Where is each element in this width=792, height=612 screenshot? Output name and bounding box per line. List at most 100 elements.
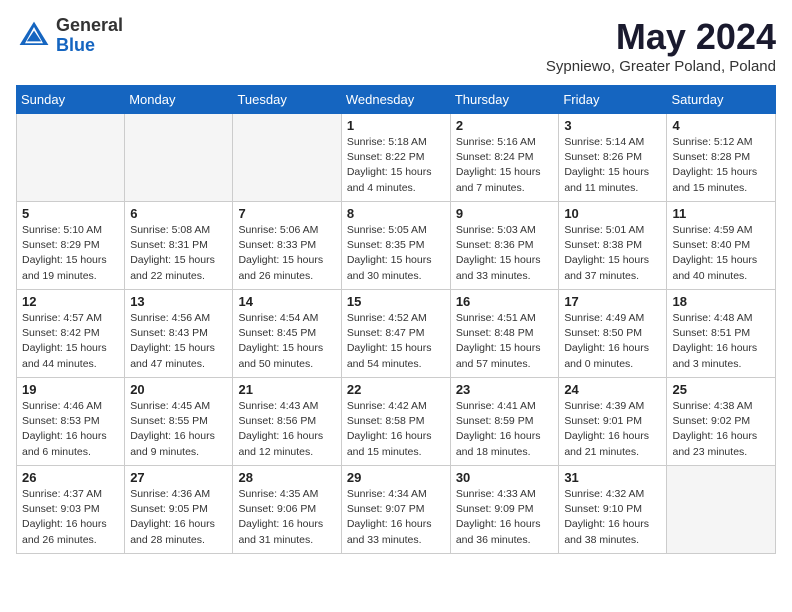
day-number: 19: [22, 382, 119, 397]
location: Sypniewo, Greater Poland, Poland: [546, 58, 776, 75]
day-number: 12: [22, 294, 119, 309]
day-info: Sunrise: 4:43 AM Sunset: 8:56 PM Dayligh…: [238, 399, 335, 460]
day-info: Sunrise: 5:08 AM Sunset: 8:31 PM Dayligh…: [130, 223, 227, 284]
day-number: 8: [347, 206, 445, 221]
day-number: 17: [564, 294, 661, 309]
day-number: 9: [456, 206, 554, 221]
day-number: 30: [456, 470, 554, 485]
day-info: Sunrise: 4:59 AM Sunset: 8:40 PM Dayligh…: [672, 223, 770, 284]
calendar-week-5: 26 Sunrise: 4:37 AM Sunset: 9:03 PM Dayli…: [17, 466, 776, 554]
calendar-cell: 14 Sunrise: 4:54 AM Sunset: 8:45 PM Dayli…: [233, 290, 341, 378]
day-number: 20: [130, 382, 227, 397]
day-number: 28: [238, 470, 335, 485]
calendar-cell: 10 Sunrise: 5:01 AM Sunset: 8:38 PM Dayli…: [559, 202, 667, 290]
day-info: Sunrise: 4:34 AM Sunset: 9:07 PM Dayligh…: [347, 487, 445, 548]
calendar-cell: 29Sunrise: 4:34 AM Sunset: 9:07 PM Dayli…: [341, 466, 450, 554]
calendar-week-1: 1Sunrise: 5:18 AM Sunset: 8:22 PM Daylig…: [17, 114, 776, 202]
calendar-cell: 26 Sunrise: 4:37 AM Sunset: 9:03 PM Dayli…: [17, 466, 125, 554]
month-title: May 2024: [546, 16, 776, 58]
day-info: Sunrise: 4:38 AM Sunset: 9:02 PM Dayligh…: [672, 399, 770, 460]
day-number: 5: [22, 206, 119, 221]
day-number: 23: [456, 382, 554, 397]
day-number: 7: [238, 206, 335, 221]
calendar-week-4: 19Sunrise: 4:46 AM Sunset: 8:53 PM Dayli…: [17, 378, 776, 466]
day-info: Sunrise: 4:56 AM Sunset: 8:43 PM Dayligh…: [130, 311, 227, 372]
calendar-cell: 15Sunrise: 4:52 AM Sunset: 8:47 PM Dayli…: [341, 290, 450, 378]
calendar-cell: 8Sunrise: 5:05 AM Sunset: 8:35 PM Daylig…: [341, 202, 450, 290]
title-block: May 2024 Sypniewo, Greater Poland, Polan…: [546, 16, 776, 75]
calendar-cell: [233, 114, 341, 202]
day-number: 11: [672, 206, 770, 221]
day-info: Sunrise: 4:36 AM Sunset: 9:05 PM Dayligh…: [130, 487, 227, 548]
day-number: 3: [564, 118, 661, 133]
day-info: Sunrise: 4:42 AM Sunset: 8:58 PM Dayligh…: [347, 399, 445, 460]
day-info: Sunrise: 4:57 AM Sunset: 8:42 PM Dayligh…: [22, 311, 119, 372]
calendar-cell: 4 Sunrise: 5:12 AM Sunset: 8:28 PM Daylig…: [667, 114, 776, 202]
day-number: 4: [672, 118, 770, 133]
logo: General Blue: [16, 16, 123, 56]
calendar-cell: 21 Sunrise: 4:43 AM Sunset: 8:56 PM Dayli…: [233, 378, 341, 466]
calendar-cell: 17Sunrise: 4:49 AM Sunset: 8:50 PM Dayli…: [559, 290, 667, 378]
calendar-table: SundayMondayTuesdayWednesdayThursdayFrid…: [16, 85, 776, 554]
calendar-cell: 31Sunrise: 4:32 AM Sunset: 9:10 PM Dayli…: [559, 466, 667, 554]
calendar-cell: 11 Sunrise: 4:59 AM Sunset: 8:40 PM Dayli…: [667, 202, 776, 290]
day-number: 10: [564, 206, 661, 221]
logo-blue-text: Blue: [56, 35, 95, 55]
day-info: Sunrise: 4:51 AM Sunset: 8:48 PM Dayligh…: [456, 311, 554, 372]
logo-text: General Blue: [56, 16, 123, 56]
weekday-header-thursday: Thursday: [450, 86, 559, 114]
day-info: Sunrise: 5:16 AM Sunset: 8:24 PM Dayligh…: [456, 135, 554, 196]
calendar-cell: 28 Sunrise: 4:35 AM Sunset: 9:06 PM Dayli…: [233, 466, 341, 554]
calendar-cell: 6 Sunrise: 5:08 AM Sunset: 8:31 PM Daylig…: [125, 202, 233, 290]
day-number: 21: [238, 382, 335, 397]
day-info: Sunrise: 4:32 AM Sunset: 9:10 PM Dayligh…: [564, 487, 661, 548]
calendar-cell: 2 Sunrise: 5:16 AM Sunset: 8:24 PM Daylig…: [450, 114, 559, 202]
day-number: 25: [672, 382, 770, 397]
day-info: Sunrise: 4:37 AM Sunset: 9:03 PM Dayligh…: [22, 487, 119, 548]
day-info: Sunrise: 5:10 AM Sunset: 8:29 PM Dayligh…: [22, 223, 119, 284]
day-number: 15: [347, 294, 445, 309]
calendar-cell: 5 Sunrise: 5:10 AM Sunset: 8:29 PM Daylig…: [17, 202, 125, 290]
day-number: 26: [22, 470, 119, 485]
calendar-cell: 24 Sunrise: 4:39 AM Sunset: 9:01 PM Dayli…: [559, 378, 667, 466]
weekday-header-friday: Friday: [559, 86, 667, 114]
day-number: 24: [564, 382, 661, 397]
day-number: 27: [130, 470, 227, 485]
weekday-header-wednesday: Wednesday: [341, 86, 450, 114]
day-info: Sunrise: 4:33 AM Sunset: 9:09 PM Dayligh…: [456, 487, 554, 548]
calendar-cell: 12 Sunrise: 4:57 AM Sunset: 8:42 PM Dayli…: [17, 290, 125, 378]
calendar-cell: 30 Sunrise: 4:33 AM Sunset: 9:09 PM Dayli…: [450, 466, 559, 554]
day-info: Sunrise: 4:45 AM Sunset: 8:55 PM Dayligh…: [130, 399, 227, 460]
day-number: 22: [347, 382, 445, 397]
day-number: 18: [672, 294, 770, 309]
weekday-header-saturday: Saturday: [667, 86, 776, 114]
day-info: Sunrise: 4:39 AM Sunset: 9:01 PM Dayligh…: [564, 399, 661, 460]
day-info: Sunrise: 5:12 AM Sunset: 8:28 PM Dayligh…: [672, 135, 770, 196]
calendar-cell: 9 Sunrise: 5:03 AM Sunset: 8:36 PM Daylig…: [450, 202, 559, 290]
calendar-cell: 23Sunrise: 4:41 AM Sunset: 8:59 PM Dayli…: [450, 378, 559, 466]
day-number: 14: [238, 294, 335, 309]
calendar-cell: 25 Sunrise: 4:38 AM Sunset: 9:02 PM Dayli…: [667, 378, 776, 466]
day-number: 2: [456, 118, 554, 133]
day-info: Sunrise: 4:35 AM Sunset: 9:06 PM Dayligh…: [238, 487, 335, 548]
logo-general-text: General: [56, 15, 123, 35]
day-info: Sunrise: 5:14 AM Sunset: 8:26 PM Dayligh…: [564, 135, 661, 196]
day-info: Sunrise: 5:03 AM Sunset: 8:36 PM Dayligh…: [456, 223, 554, 284]
day-info: Sunrise: 5:18 AM Sunset: 8:22 PM Dayligh…: [347, 135, 445, 196]
logo-icon: [16, 18, 52, 54]
weekday-header-tuesday: Tuesday: [233, 86, 341, 114]
calendar-cell: 20 Sunrise: 4:45 AM Sunset: 8:55 PM Dayli…: [125, 378, 233, 466]
calendar-week-2: 5 Sunrise: 5:10 AM Sunset: 8:29 PM Daylig…: [17, 202, 776, 290]
calendar-week-3: 12 Sunrise: 4:57 AM Sunset: 8:42 PM Dayli…: [17, 290, 776, 378]
calendar-cell: [17, 114, 125, 202]
day-info: Sunrise: 5:01 AM Sunset: 8:38 PM Dayligh…: [564, 223, 661, 284]
calendar-cell: 27 Sunrise: 4:36 AM Sunset: 9:05 PM Dayli…: [125, 466, 233, 554]
calendar-cell: 18Sunrise: 4:48 AM Sunset: 8:51 PM Dayli…: [667, 290, 776, 378]
weekday-header-sunday: Sunday: [17, 86, 125, 114]
calendar-cell: 13Sunrise: 4:56 AM Sunset: 8:43 PM Dayli…: [125, 290, 233, 378]
weekday-header-monday: Monday: [125, 86, 233, 114]
day-info: Sunrise: 4:54 AM Sunset: 8:45 PM Dayligh…: [238, 311, 335, 372]
day-info: Sunrise: 5:06 AM Sunset: 8:33 PM Dayligh…: [238, 223, 335, 284]
calendar-cell: 7 Sunrise: 5:06 AM Sunset: 8:33 PM Daylig…: [233, 202, 341, 290]
day-number: 6: [130, 206, 227, 221]
